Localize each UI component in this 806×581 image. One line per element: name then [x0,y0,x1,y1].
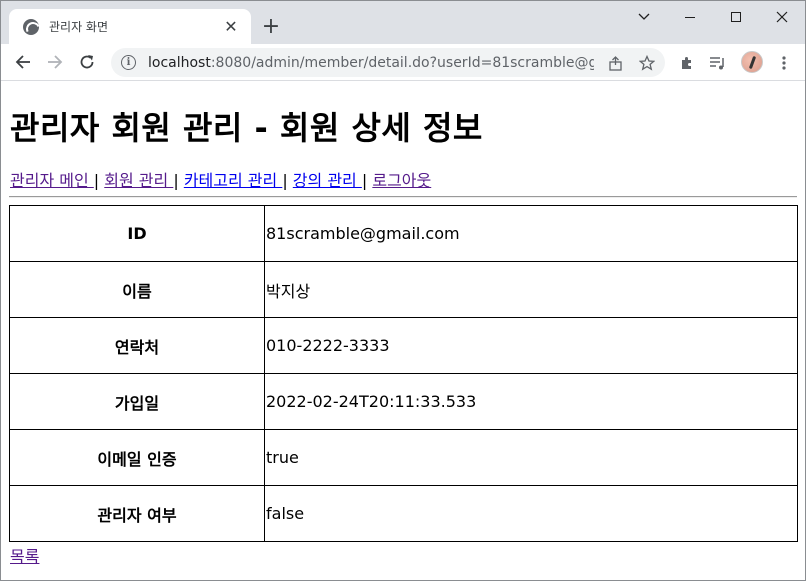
nav-separator: | [282,171,288,190]
row-value-join-date: 2022-02-24T20:11:33.533 [264,373,798,430]
close-icon [776,11,788,23]
browser-toolbar: i localhost:8080/admin/member/detail.do?… [1,44,805,81]
admin-nav: 관리자 메인 | 회원 관리 | 카테고리 관리 | 강의 관리 | 로그아웃 [10,167,431,191]
table-row: 연락처 010-2222-3333 [9,317,798,374]
nav-separator: | [93,171,100,190]
divider [9,196,797,198]
row-label-phone: 연락처 [9,317,265,374]
avatar[interactable] [741,51,763,73]
table-row: 가입일 2022-02-24T20:11:33.533 [9,373,798,430]
info-icon[interactable]: i [121,55,136,70]
url-text[interactable]: localhost:8080/admin/member/detail.do?us… [148,55,594,71]
row-label-id: ID [9,205,265,262]
nav-logout-link[interactable]: 로그아웃 [372,171,431,190]
nav-category-management-link[interactable]: 카테고리 관리 [184,171,283,190]
maximize-button[interactable] [713,1,759,33]
back-button[interactable] [9,48,37,76]
share-icon[interactable] [606,54,624,72]
chevron-down-icon [638,13,650,20]
table-row: 관리자 여부 false [9,485,798,542]
row-value-name: 박지상 [264,261,798,318]
back-arrow-icon [15,55,30,69]
extensions-icon[interactable] [676,52,698,74]
nav-admin-main-link[interactable]: 관리자 메인 [10,171,94,190]
globe-icon [23,18,39,35]
row-label-admin-yn: 관리자 여부 [9,485,265,542]
minimize-icon [685,16,695,18]
row-value-id: 81scramble@gmail.com [264,205,798,262]
forward-arrow-icon [48,55,63,69]
minimize-button[interactable] [667,1,713,33]
tab-search-button[interactable] [621,1,667,33]
tab-strip: 관리자 화면 ✕ + [1,1,805,44]
table-row: 이메일 인증 true [9,429,798,486]
table-row: ID 81scramble@gmail.com [9,205,798,262]
menu-icon[interactable] [773,52,795,74]
reload-icon [80,55,94,69]
forward-button[interactable] [41,48,69,76]
tab-title: 관리자 화면 [49,20,109,34]
reload-button[interactable] [73,48,101,76]
row-label-name: 이름 [9,261,265,318]
close-window-button[interactable] [759,1,805,33]
row-label-join-date: 가입일 [9,373,265,430]
back-to-list-link[interactable]: 목록 [10,543,39,567]
row-label-email-auth: 이메일 인증 [9,429,265,486]
row-value-phone: 010-2222-3333 [264,317,798,374]
row-value-email-auth: true [264,429,798,486]
browser-tab[interactable]: 관리자 화면 ✕ [9,9,251,44]
row-value-admin-yn: false [264,485,798,542]
browser-window: 관리자 화면 ✕ + i localhost:8080/admin/member… [0,0,806,581]
maximize-icon [731,12,741,22]
member-detail-table: ID 81scramble@gmail.com 이름 박지상 연락처 010-2… [9,205,798,542]
table-row: 이름 박지상 [9,261,798,318]
close-tab-icon[interactable]: ✕ [221,17,241,37]
nav-course-management-link[interactable]: 강의 관리 [293,171,362,190]
nav-member-management-link[interactable]: 회원 관리 [104,171,173,190]
nav-separator: | [173,171,179,190]
page-title: 관리자 회원 관리 - 회원 상세 정보 [10,109,483,147]
star-icon[interactable] [638,54,656,72]
new-tab-button[interactable]: + [259,15,283,39]
page-content: 관리자 회원 관리 - 회원 상세 정보 관리자 메인 | 회원 관리 | 카테… [1,81,805,580]
address-bar[interactable]: i localhost:8080/admin/member/detail.do?… [111,48,665,77]
nav-separator: | [361,171,368,190]
media-icon[interactable] [707,52,729,74]
